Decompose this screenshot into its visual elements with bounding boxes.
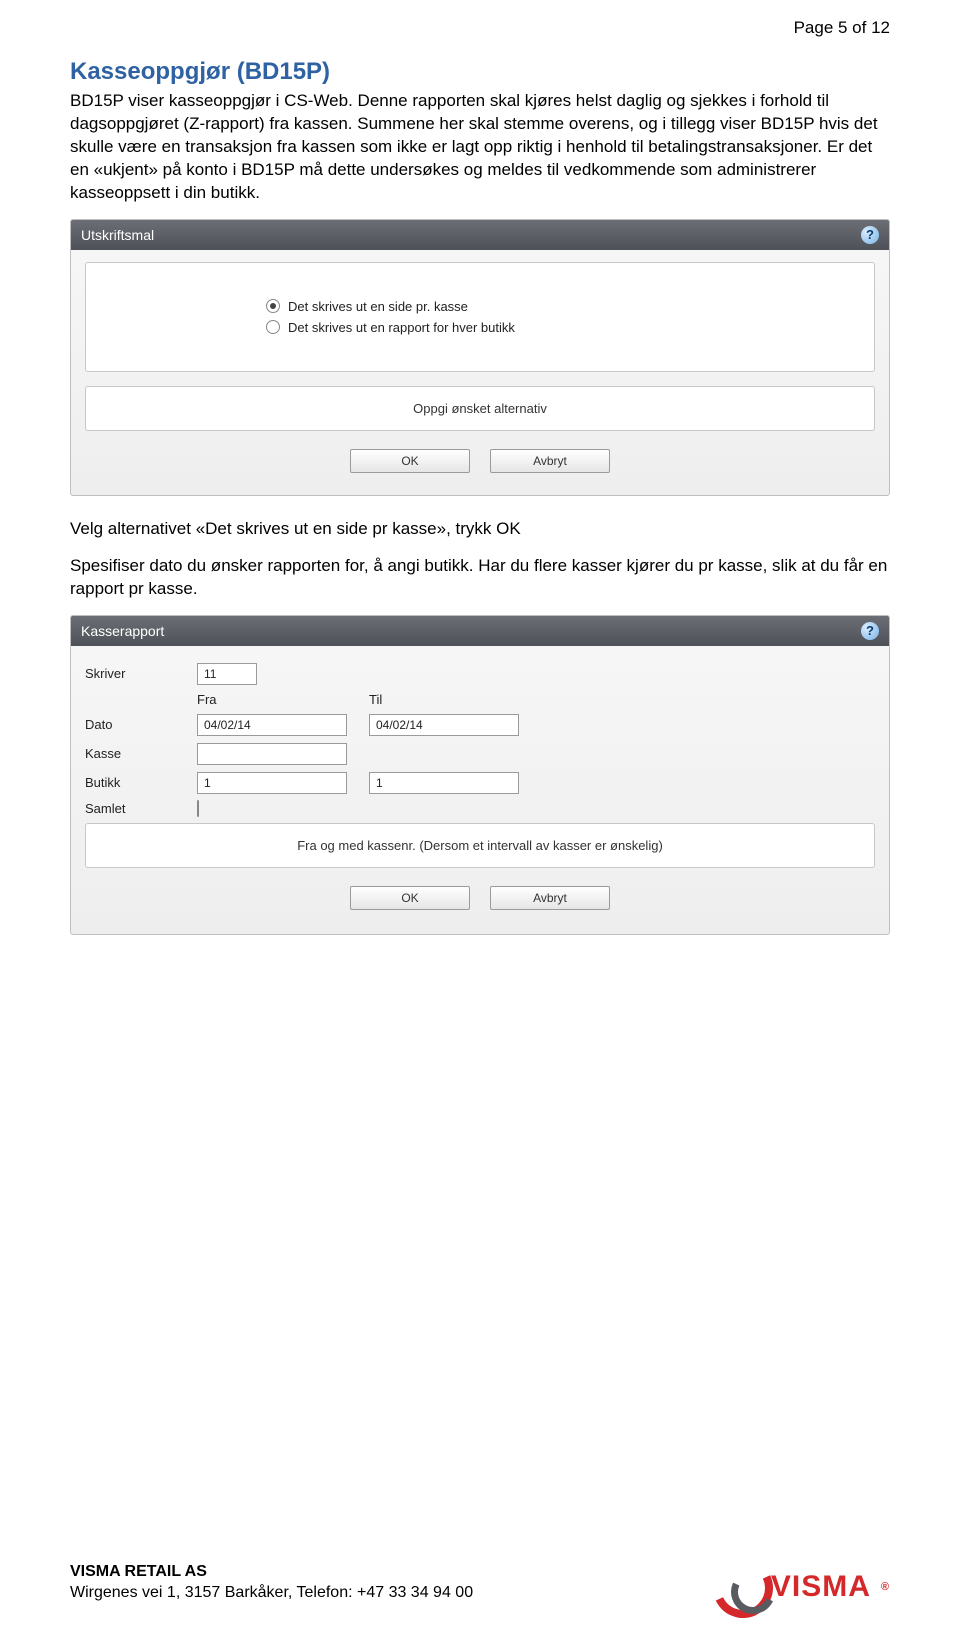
- radio-icon: [266, 299, 280, 313]
- logo-text: VISMA: [771, 1570, 871, 1604]
- radio-icon: [266, 320, 280, 334]
- instruction-2: Spesifiser dato du ønsker rapporten for,…: [70, 555, 890, 601]
- footer-address: Wirgenes vei 1, 3157 Barkåker, Telefon: …: [70, 1582, 473, 1604]
- input-dato-fra[interactable]: 04/02/14: [197, 714, 347, 736]
- visma-logo: VISMA ®: [719, 1570, 890, 1604]
- help-icon[interactable]: ?: [861, 622, 879, 640]
- footer-company: VISMA RETAIL AS: [70, 1561, 473, 1583]
- help-icon[interactable]: ?: [861, 226, 879, 244]
- label-skriver: Skriver: [85, 666, 175, 681]
- checkbox-samlet[interactable]: [197, 800, 199, 817]
- page-number: Page 5 of 12: [0, 0, 960, 38]
- kasserapport-dialog: Kasserapport ? Skriver 11 Fra Til Dato 0…: [70, 615, 890, 935]
- radio-label: Det skrives ut en side pr. kasse: [288, 299, 468, 314]
- input-dato-til[interactable]: 04/02/14: [369, 714, 519, 736]
- registered-icon: ®: [881, 1581, 890, 1593]
- logo-swoosh-icon: [719, 1572, 765, 1602]
- hint-panel: Oppgi ønsket alternativ: [85, 386, 875, 431]
- input-butikk-til[interactable]: 1: [369, 772, 519, 794]
- dialog-title: Kasserapport: [81, 623, 164, 639]
- page-title: Kasseoppgjør (BD15P): [70, 58, 890, 86]
- ok-button[interactable]: OK: [350, 886, 470, 910]
- ok-button[interactable]: OK: [350, 449, 470, 473]
- col-header-fra: Fra: [197, 692, 347, 707]
- footer-text: VISMA RETAIL AS Wirgenes vei 1, 3157 Bar…: [70, 1561, 473, 1604]
- cancel-button[interactable]: Avbryt: [490, 886, 610, 910]
- cancel-button[interactable]: Avbryt: [490, 449, 610, 473]
- instruction-1: Velg alternativet «Det skrives ut en sid…: [70, 518, 890, 541]
- label-kasse: Kasse: [85, 746, 175, 761]
- dialog-title-bar: Utskriftsmal ?: [71, 220, 889, 250]
- radio-option-per-kasse[interactable]: Det skrives ut en side pr. kasse: [266, 299, 834, 314]
- label-samlet: Samlet: [85, 801, 175, 816]
- hint-panel: Fra og med kassenr. (Dersom et intervall…: [85, 823, 875, 868]
- input-skriver[interactable]: 11: [197, 663, 257, 685]
- radio-panel: Det skrives ut en side pr. kasse Det skr…: [85, 262, 875, 372]
- dialog-title: Utskriftsmal: [81, 227, 154, 243]
- intro-paragraph: BD15P viser kasseoppgjør i CS-Web. Denne…: [70, 90, 890, 205]
- col-header-til: Til: [369, 692, 519, 707]
- print-template-dialog: Utskriftsmal ? Det skrives ut en side pr…: [70, 219, 890, 496]
- dialog-title-bar: Kasserapport ?: [71, 616, 889, 646]
- input-butikk-fra[interactable]: 1: [197, 772, 347, 794]
- radio-option-per-butikk[interactable]: Det skrives ut en rapport for hver butik…: [266, 320, 834, 335]
- label-dato: Dato: [85, 717, 175, 732]
- input-kasse-fra[interactable]: [197, 743, 347, 765]
- radio-label: Det skrives ut en rapport for hver butik…: [288, 320, 515, 335]
- label-butikk: Butikk: [85, 775, 175, 790]
